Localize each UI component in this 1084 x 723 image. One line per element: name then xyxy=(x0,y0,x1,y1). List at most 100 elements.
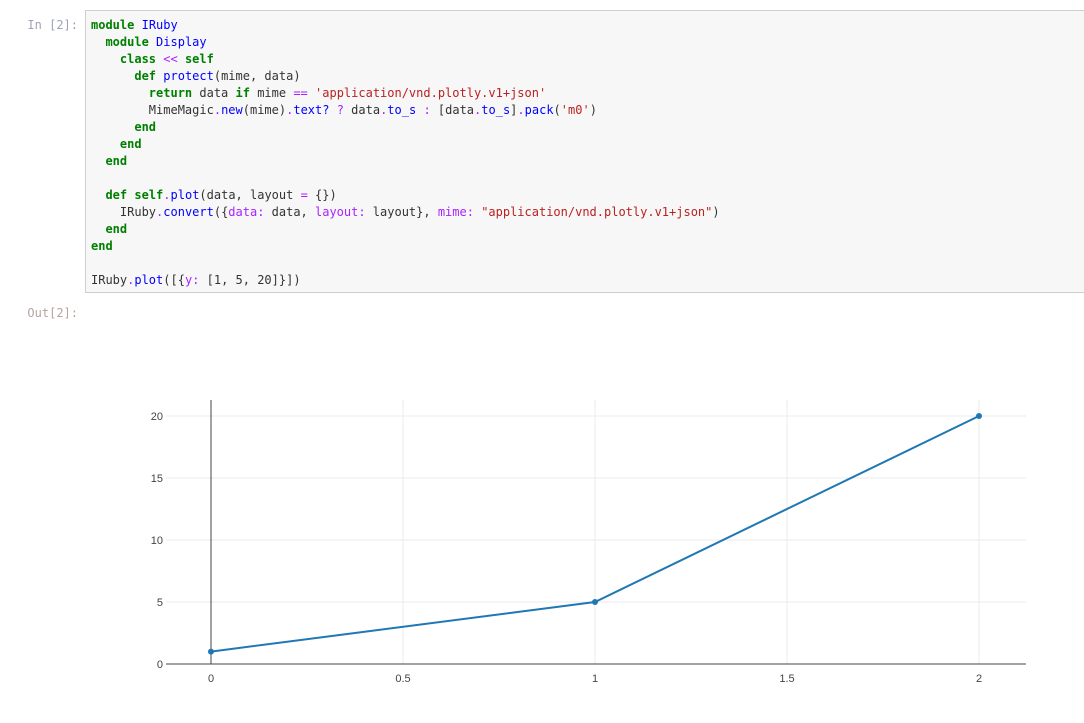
code-line: end xyxy=(91,238,720,255)
code-token: [data xyxy=(430,103,475,117)
code-token: to_s xyxy=(387,103,417,117)
code-token: def xyxy=(134,69,157,83)
code-token: class xyxy=(119,52,157,66)
data-point xyxy=(976,413,982,419)
x-tick-label: 0.5 xyxy=(395,673,410,685)
code-token: return xyxy=(148,86,193,100)
code-token: "application/vnd.plotly.v1+json" xyxy=(481,205,713,219)
code-line: def protect(mime, data) xyxy=(91,68,720,85)
code-token: mime: xyxy=(437,205,474,219)
code-line: end xyxy=(91,136,720,153)
code-line: IRuby.convert({data: data, layout: layou… xyxy=(91,204,720,221)
code-token: MimeMagic xyxy=(91,103,214,117)
code-editor[interactable]: module IRuby module Display class << sel… xyxy=(91,17,720,289)
code-token: convert xyxy=(163,205,214,219)
code-token: plot xyxy=(134,273,164,287)
code-token: ) xyxy=(712,205,720,219)
code-line: end xyxy=(91,119,720,136)
code-token: self xyxy=(134,188,164,202)
x-tick-label: 2 xyxy=(976,673,982,685)
code-token: == xyxy=(293,86,308,100)
code-token: y: xyxy=(184,273,200,287)
data-point xyxy=(592,599,598,605)
code-token: data xyxy=(192,86,236,100)
code-token: ? xyxy=(336,103,344,117)
code-token: . xyxy=(213,103,222,117)
code-line: module IRuby xyxy=(91,17,720,34)
code-token: end xyxy=(91,239,113,253)
code-token: text? xyxy=(293,103,330,117)
code-token: . xyxy=(517,103,525,117)
code-token: module xyxy=(105,35,149,49)
code-token: ( xyxy=(553,103,561,117)
x-tick-label: 1.5 xyxy=(779,673,794,685)
code-token: mime xyxy=(249,86,294,100)
code-token: IRuby xyxy=(91,273,128,287)
x-tick-label: 0 xyxy=(208,673,214,685)
code-token: end xyxy=(119,137,142,151)
code-token: if xyxy=(235,86,250,100)
code-line: def self.plot(data, layout = {}) xyxy=(91,187,720,204)
code-token: data: xyxy=(228,205,265,219)
code-line: end xyxy=(91,221,720,238)
code-token: to_s xyxy=(481,103,511,117)
input-prompt: In [2]: xyxy=(27,18,78,32)
y-tick-label: 20 xyxy=(151,411,163,423)
code-token: 'm0' xyxy=(560,103,590,117)
code-token: IRuby xyxy=(141,18,178,32)
code-token: Display xyxy=(156,35,207,49)
code-line: class << self xyxy=(91,51,720,68)
code-token: [1, 5, 20]}]) xyxy=(199,273,301,287)
code-token: end xyxy=(105,222,128,236)
y-tick-label: 15 xyxy=(151,473,163,485)
code-line: MimeMagic.new(mime).text? ? data.to_s : … xyxy=(91,102,720,119)
y-tick-label: 0 xyxy=(157,659,163,671)
y-tick-label: 10 xyxy=(151,535,163,547)
code-line: end xyxy=(91,153,720,170)
code-token: : xyxy=(423,103,431,117)
code-line: return data if mime == 'application/vnd.… xyxy=(91,85,720,102)
x-tick-label: 1 xyxy=(592,673,598,685)
code-token: new xyxy=(221,103,243,117)
code-token: end xyxy=(134,120,157,134)
code-token: plot xyxy=(170,188,200,202)
line-chart[interactable]: 0 0.5 1 1.5 205101520 xyxy=(0,320,1084,723)
code-token: << xyxy=(163,52,178,66)
code-token: 'application/vnd.plotly.v1+json' xyxy=(315,86,547,100)
code-token: end xyxy=(105,154,128,168)
code-cell[interactable]: module IRuby module Display class << sel… xyxy=(85,10,1084,293)
code-token: def xyxy=(105,188,128,202)
code-token: (mime, data) xyxy=(213,69,301,83)
code-token: . xyxy=(163,188,171,202)
code-line: module Display xyxy=(91,34,720,51)
code-token: = xyxy=(300,188,308,202)
code-token: ) xyxy=(589,103,597,117)
code-token: data xyxy=(343,103,381,117)
code-token: data, xyxy=(264,205,315,219)
code-token: (data, layout xyxy=(199,188,301,202)
code-token: module xyxy=(91,18,135,32)
plot-output[interactable]: 0 0.5 1 1.5 2 0 5 10 15 20 xyxy=(0,320,1084,723)
code-token: ([{ xyxy=(163,273,185,287)
code-token: layout}, xyxy=(365,205,438,219)
code-token: (mime) xyxy=(242,103,287,117)
y-tick-label: 5 xyxy=(157,597,163,609)
code-token: protect xyxy=(163,69,214,83)
data-point xyxy=(208,648,214,655)
code-token: ({ xyxy=(213,205,229,219)
